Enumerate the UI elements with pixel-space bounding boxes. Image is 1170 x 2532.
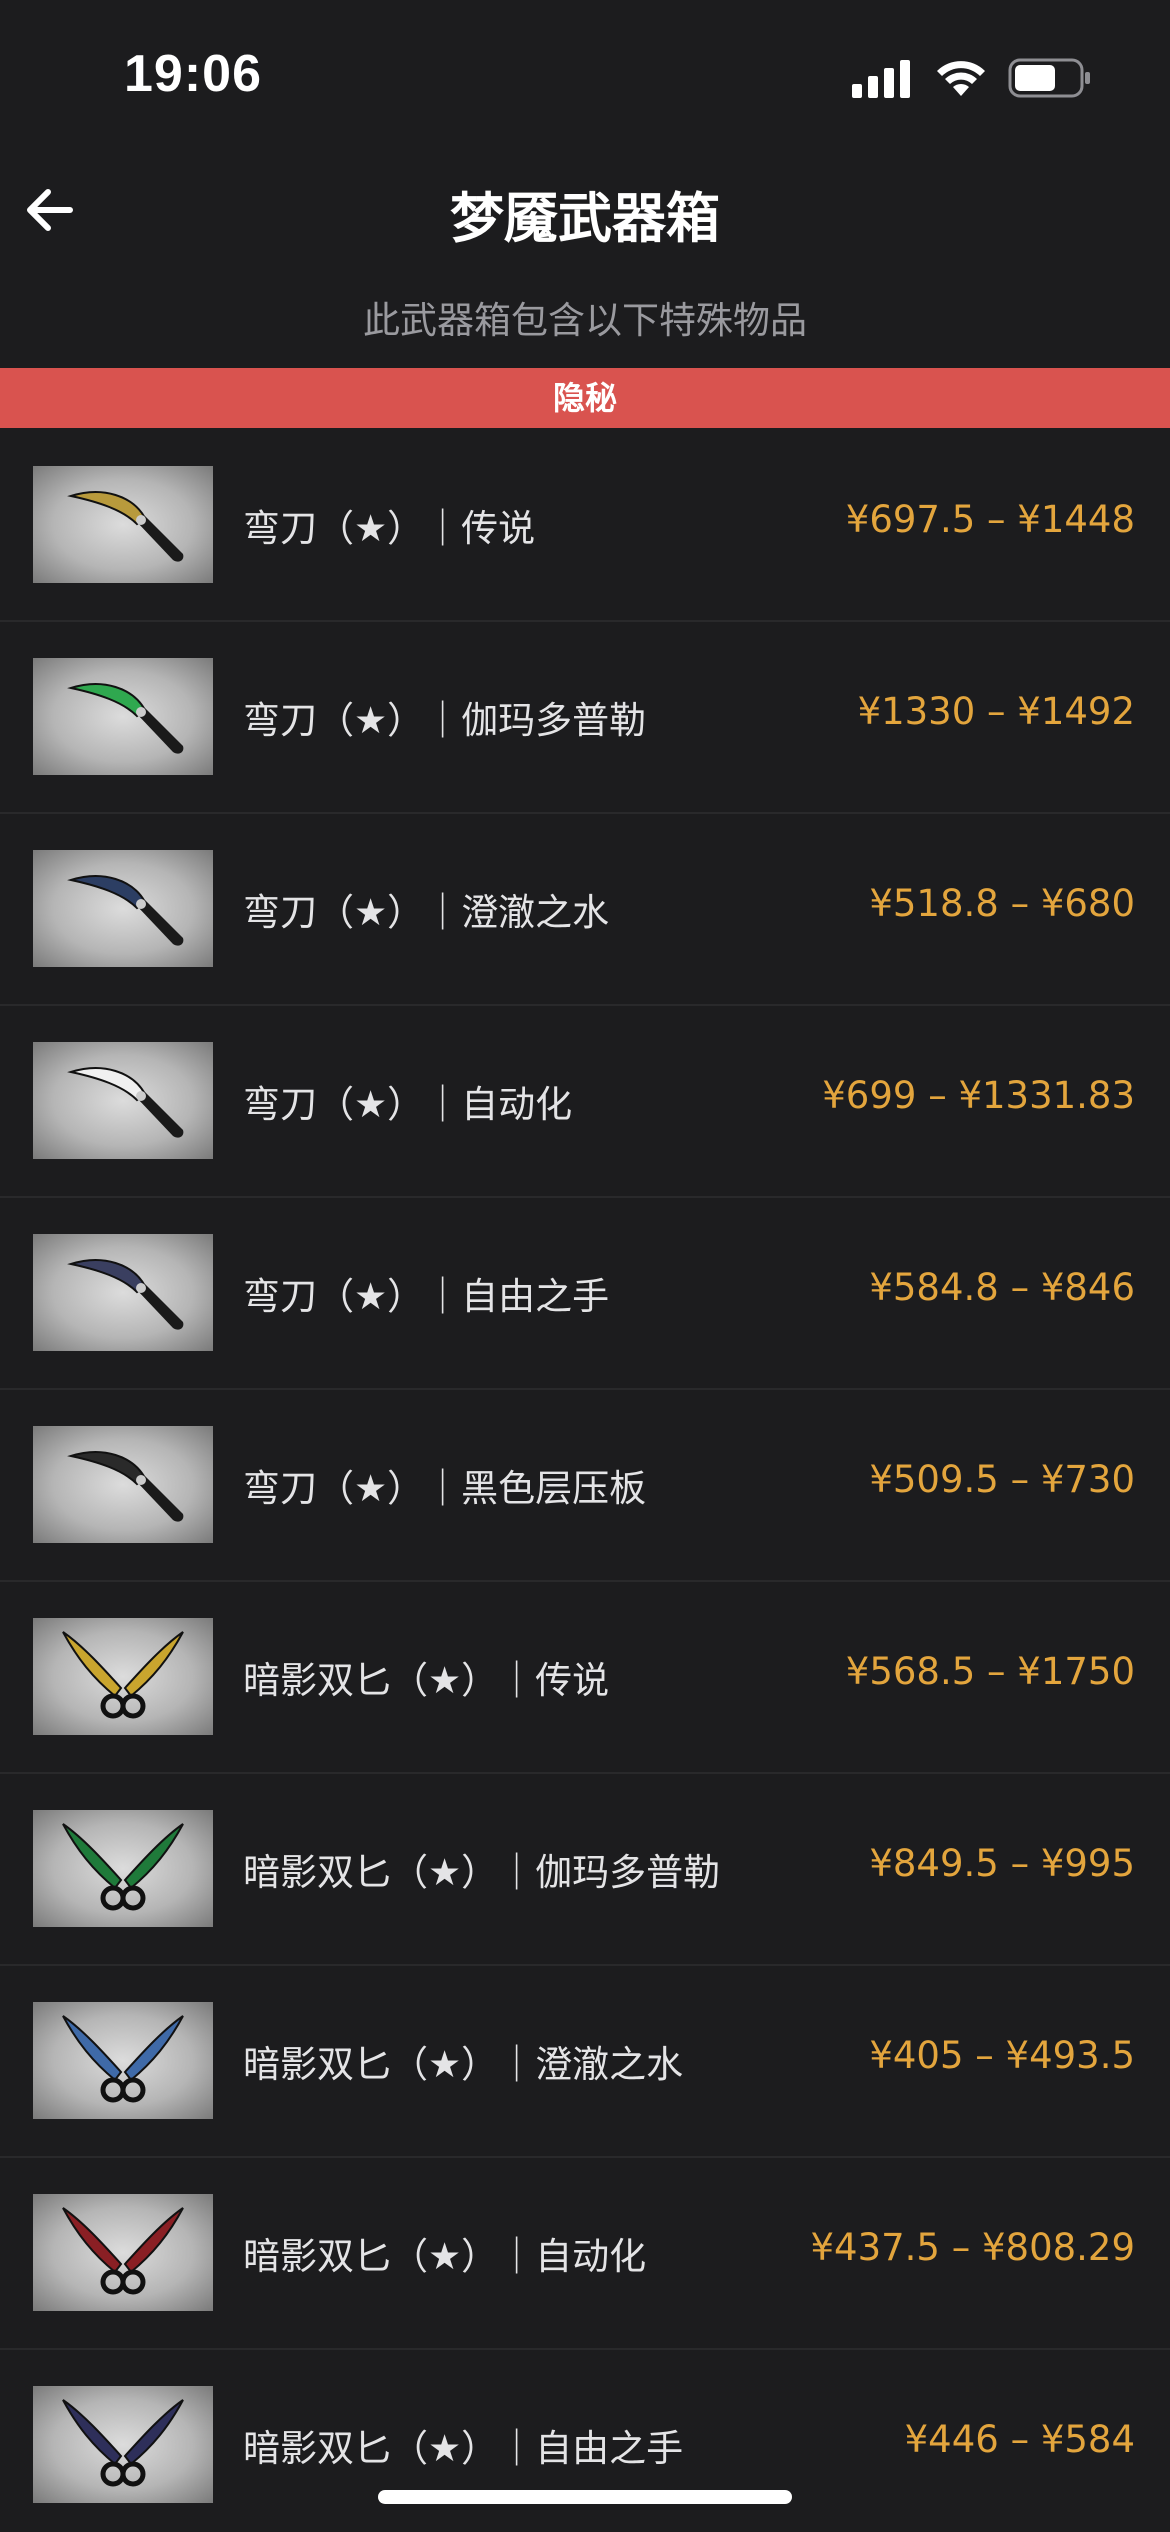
item-thumbnail bbox=[33, 2002, 213, 2119]
item-price: ¥405 – ¥493.5 bbox=[869, 2034, 1135, 2077]
item-thumbnail bbox=[33, 1810, 213, 1927]
falchion-knife-icon bbox=[67, 1067, 184, 1138]
wifi-icon bbox=[937, 61, 985, 96]
item-price: ¥509.5 – ¥730 bbox=[869, 1458, 1135, 1501]
item-price: ¥697.5 – ¥1448 bbox=[845, 498, 1135, 541]
item-thumbnail bbox=[33, 1042, 213, 1159]
item-name: 暗影双匕（★）｜自动化 bbox=[243, 2235, 647, 2278]
item-price: ¥518.8 – ¥680 bbox=[869, 882, 1135, 925]
page-title: 梦魇武器箱 bbox=[450, 187, 720, 250]
item-row[interactable]: 暗影双匕（★）｜自动化 ¥437.5 – ¥808.29 bbox=[0, 2158, 1170, 2350]
shadow-daggers-icon bbox=[62, 1631, 184, 1719]
item-thumbnail bbox=[33, 466, 213, 583]
item-row[interactable]: 暗影双匕（★）｜伽玛多普勒 ¥849.5 – ¥995 bbox=[0, 1774, 1170, 1966]
item-name: 弯刀（★）｜澄澈之水 bbox=[243, 891, 610, 934]
item-name: 弯刀（★）｜黑色层压板 bbox=[243, 1467, 647, 1510]
item-thumbnail bbox=[33, 1234, 213, 1351]
item-thumbnail bbox=[33, 2386, 213, 2503]
item-name: 暗影双匕（★）｜自由之手 bbox=[243, 2427, 684, 2470]
item-thumbnail bbox=[33, 1618, 213, 1735]
item-row[interactable]: 暗影双匕（★）｜自由之手 ¥446 – ¥584 bbox=[0, 2350, 1170, 2532]
item-row[interactable]: 暗影双匕（★）｜传说 ¥568.5 – ¥1750 bbox=[0, 1582, 1170, 1774]
shadow-daggers-icon bbox=[62, 2207, 184, 2295]
status-time: 19:06 bbox=[124, 45, 262, 103]
item-thumbnail bbox=[33, 658, 213, 775]
item-name: 暗影双匕（★）｜伽玛多普勒 bbox=[243, 1851, 721, 1894]
item-row[interactable]: 弯刀（★）｜伽玛多普勒 ¥1330 – ¥1492 bbox=[0, 622, 1170, 814]
cellular-signal-icon bbox=[852, 60, 910, 98]
item-name: 弯刀（★）｜自动化 bbox=[243, 1083, 573, 1126]
item-row[interactable]: 弯刀（★）｜传说 ¥697.5 – ¥1448 bbox=[0, 430, 1170, 622]
rarity-section-header: 隐秘 bbox=[0, 368, 1170, 428]
item-name: 弯刀（★）｜自由之手 bbox=[243, 1275, 610, 1318]
item-price: ¥1330 – ¥1492 bbox=[857, 690, 1135, 733]
item-name: 暗影双匕（★）｜澄澈之水 bbox=[243, 2043, 684, 2086]
shadow-daggers-icon bbox=[62, 2399, 184, 2487]
status-bar: 19:06 bbox=[0, 0, 1170, 150]
item-thumbnail bbox=[33, 1426, 213, 1543]
item-name: 暗影双匕（★）｜传说 bbox=[243, 1659, 610, 1702]
falchion-knife-icon bbox=[67, 491, 184, 562]
item-row[interactable]: 暗影双匕（★）｜澄澈之水 ¥405 – ¥493.5 bbox=[0, 1966, 1170, 2158]
screen: 19:06 梦魇武器箱 此武器箱包含以下特殊物品 隐秘 弯刀（★）｜传说 ¥69… bbox=[0, 0, 1170, 2532]
item-row[interactable]: 弯刀（★）｜黑色层压板 ¥509.5 – ¥730 bbox=[0, 1390, 1170, 1582]
falchion-knife-icon bbox=[67, 1259, 184, 1330]
item-price: ¥849.5 – ¥995 bbox=[869, 1842, 1135, 1885]
item-row[interactable]: 弯刀（★）｜澄澈之水 ¥518.8 – ¥680 bbox=[0, 814, 1170, 1006]
item-list: 弯刀（★）｜传说 ¥697.5 – ¥1448 弯刀（★）｜伽玛多普勒 ¥1330 … bbox=[0, 430, 1170, 2532]
falchion-knife-icon bbox=[67, 1451, 184, 1522]
item-name: 弯刀（★）｜伽玛多普勒 bbox=[243, 699, 647, 742]
item-row[interactable]: 弯刀（★）｜自动化 ¥699 – ¥1331.83 bbox=[0, 1006, 1170, 1198]
item-thumbnail bbox=[33, 850, 213, 967]
item-price: ¥437.5 – ¥808.29 bbox=[810, 2226, 1136, 2269]
falchion-knife-icon bbox=[67, 683, 184, 754]
item-price: ¥446 – ¥584 bbox=[904, 2418, 1135, 2461]
item-name: 弯刀（★）｜传说 bbox=[243, 507, 536, 550]
shadow-daggers-icon bbox=[62, 2015, 184, 2103]
falchion-knife-icon bbox=[67, 875, 184, 946]
item-price: ¥584.8 – ¥846 bbox=[869, 1266, 1135, 1309]
subtitle: 此武器箱包含以下特殊物品 bbox=[363, 299, 807, 342]
item-thumbnail bbox=[33, 2194, 213, 2311]
item-price: ¥568.5 – ¥1750 bbox=[845, 1650, 1135, 1693]
item-row[interactable]: 弯刀（★）｜自由之手 ¥584.8 – ¥846 bbox=[0, 1198, 1170, 1390]
shadow-daggers-icon bbox=[62, 1823, 184, 1911]
nav-header: 梦魇武器箱 bbox=[0, 150, 1170, 270]
battery-icon bbox=[1008, 58, 1090, 98]
home-indicator bbox=[378, 2490, 792, 2504]
item-price: ¥699 – ¥1331.83 bbox=[822, 1074, 1135, 1117]
